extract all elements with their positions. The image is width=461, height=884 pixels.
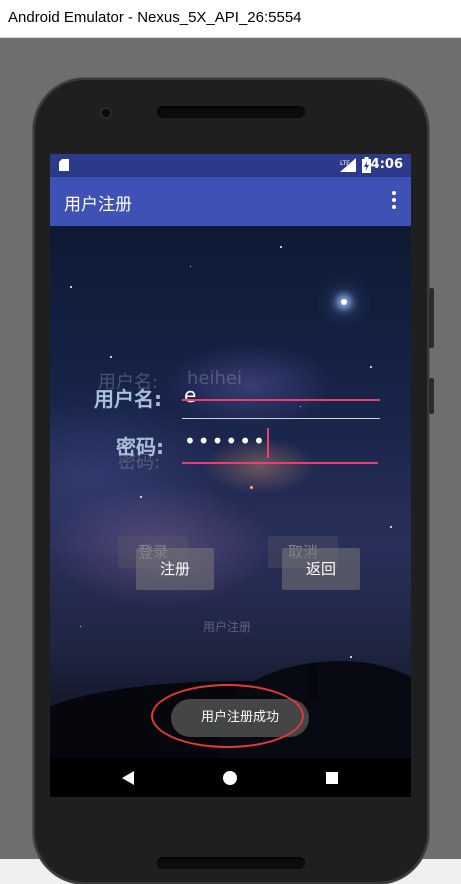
text-cursor [267, 428, 269, 458]
register-button[interactable]: 注册 [136, 548, 214, 590]
star [70, 286, 72, 288]
star [390, 526, 392, 528]
bright-star [341, 299, 347, 305]
battery-icon [362, 157, 371, 173]
star [350, 656, 352, 658]
star [110, 356, 112, 358]
app-bar: 用户注册 [50, 177, 411, 226]
volume-button[interactable] [429, 288, 434, 348]
front-camera-icon [102, 109, 110, 117]
sd-card-icon [59, 159, 69, 171]
back-nav-icon[interactable] [122, 771, 134, 785]
top-speaker [157, 106, 305, 118]
star [190, 266, 191, 267]
home-nav-icon[interactable] [223, 771, 237, 785]
star [370, 366, 372, 368]
status-time: 4:06 [370, 157, 403, 172]
ghost-register-text: 用户注册 [203, 620, 252, 634]
phone-frame: LTE 4:06 用户注册 用户名: heihei 密码: 用户名: e 密码:… [33, 78, 434, 884]
password-label: 密码: [116, 435, 164, 459]
password-input[interactable]: •••••• [184, 429, 267, 453]
overflow-menu-icon[interactable] [391, 191, 397, 211]
recent-apps-icon[interactable] [326, 772, 338, 784]
star [280, 246, 282, 248]
navigation-bar [50, 758, 411, 797]
username-label: 用户名: [94, 387, 162, 411]
star [80, 626, 81, 627]
signal-icon: LTE [340, 158, 356, 172]
username-input[interactable]: e [184, 383, 196, 407]
window-title: Android Emulator - Nexus_5X_API_26:5554 [8, 9, 302, 26]
toast-highlight-ring [151, 684, 304, 748]
power-button[interactable] [429, 378, 434, 414]
emulator-window: LTE 4:06 用户注册 用户名: heihei 密码: 用户名: e 密码:… [0, 38, 461, 884]
status-bar: LTE 4:06 [50, 154, 411, 177]
username-underline [182, 418, 380, 419]
star [300, 406, 301, 407]
app-title: 用户注册 [64, 195, 132, 215]
person-silhouette [308, 664, 318, 700]
register-content: 用户名: heihei 密码: 用户名: e 密码: •••••• 登录 取消 … [50, 226, 411, 758]
svg-text:LTE: LTE [340, 160, 350, 167]
person-silhouette [106, 714, 120, 742]
back-button[interactable]: 返回 [282, 548, 360, 590]
password-underline [182, 462, 378, 464]
ghost-username-underline [182, 399, 380, 401]
star [140, 496, 142, 498]
device-screen: LTE 4:06 用户注册 用户名: heihei 密码: 用户名: e 密码:… [50, 154, 411, 797]
emulator-titlebar: Android Emulator - Nexus_5X_API_26:5554 [0, 0, 461, 38]
orange-star [250, 486, 253, 489]
